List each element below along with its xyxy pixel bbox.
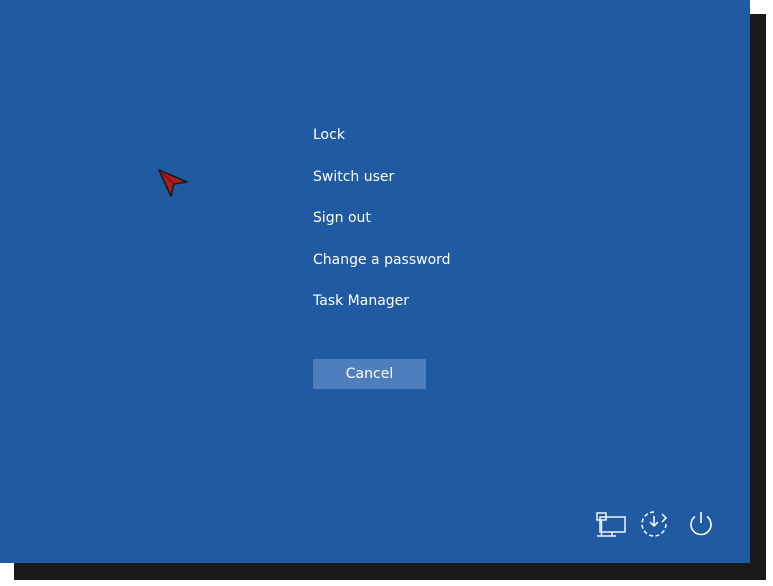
mouse-cursor-icon [158, 169, 190, 199]
menu-item-task-manager[interactable]: Task Manager [313, 290, 451, 332]
page: Lock Switch user Sign out Change a passw… [0, 0, 773, 586]
menu-item-sign-out[interactable]: Sign out [313, 207, 451, 249]
ease-of-access-icon[interactable] [638, 508, 670, 540]
network-icon[interactable] [594, 508, 626, 540]
menu-item-switch-user[interactable]: Switch user [313, 166, 451, 208]
menu-item-change-password[interactable]: Change a password [313, 249, 451, 291]
power-icon[interactable] [685, 508, 717, 540]
cancel-button[interactable]: Cancel [313, 359, 426, 389]
security-options-menu: Lock Switch user Sign out Change a passw… [313, 124, 451, 332]
menu-item-lock[interactable]: Lock [313, 124, 451, 166]
security-options-screen: Lock Switch user Sign out Change a passw… [0, 0, 750, 563]
